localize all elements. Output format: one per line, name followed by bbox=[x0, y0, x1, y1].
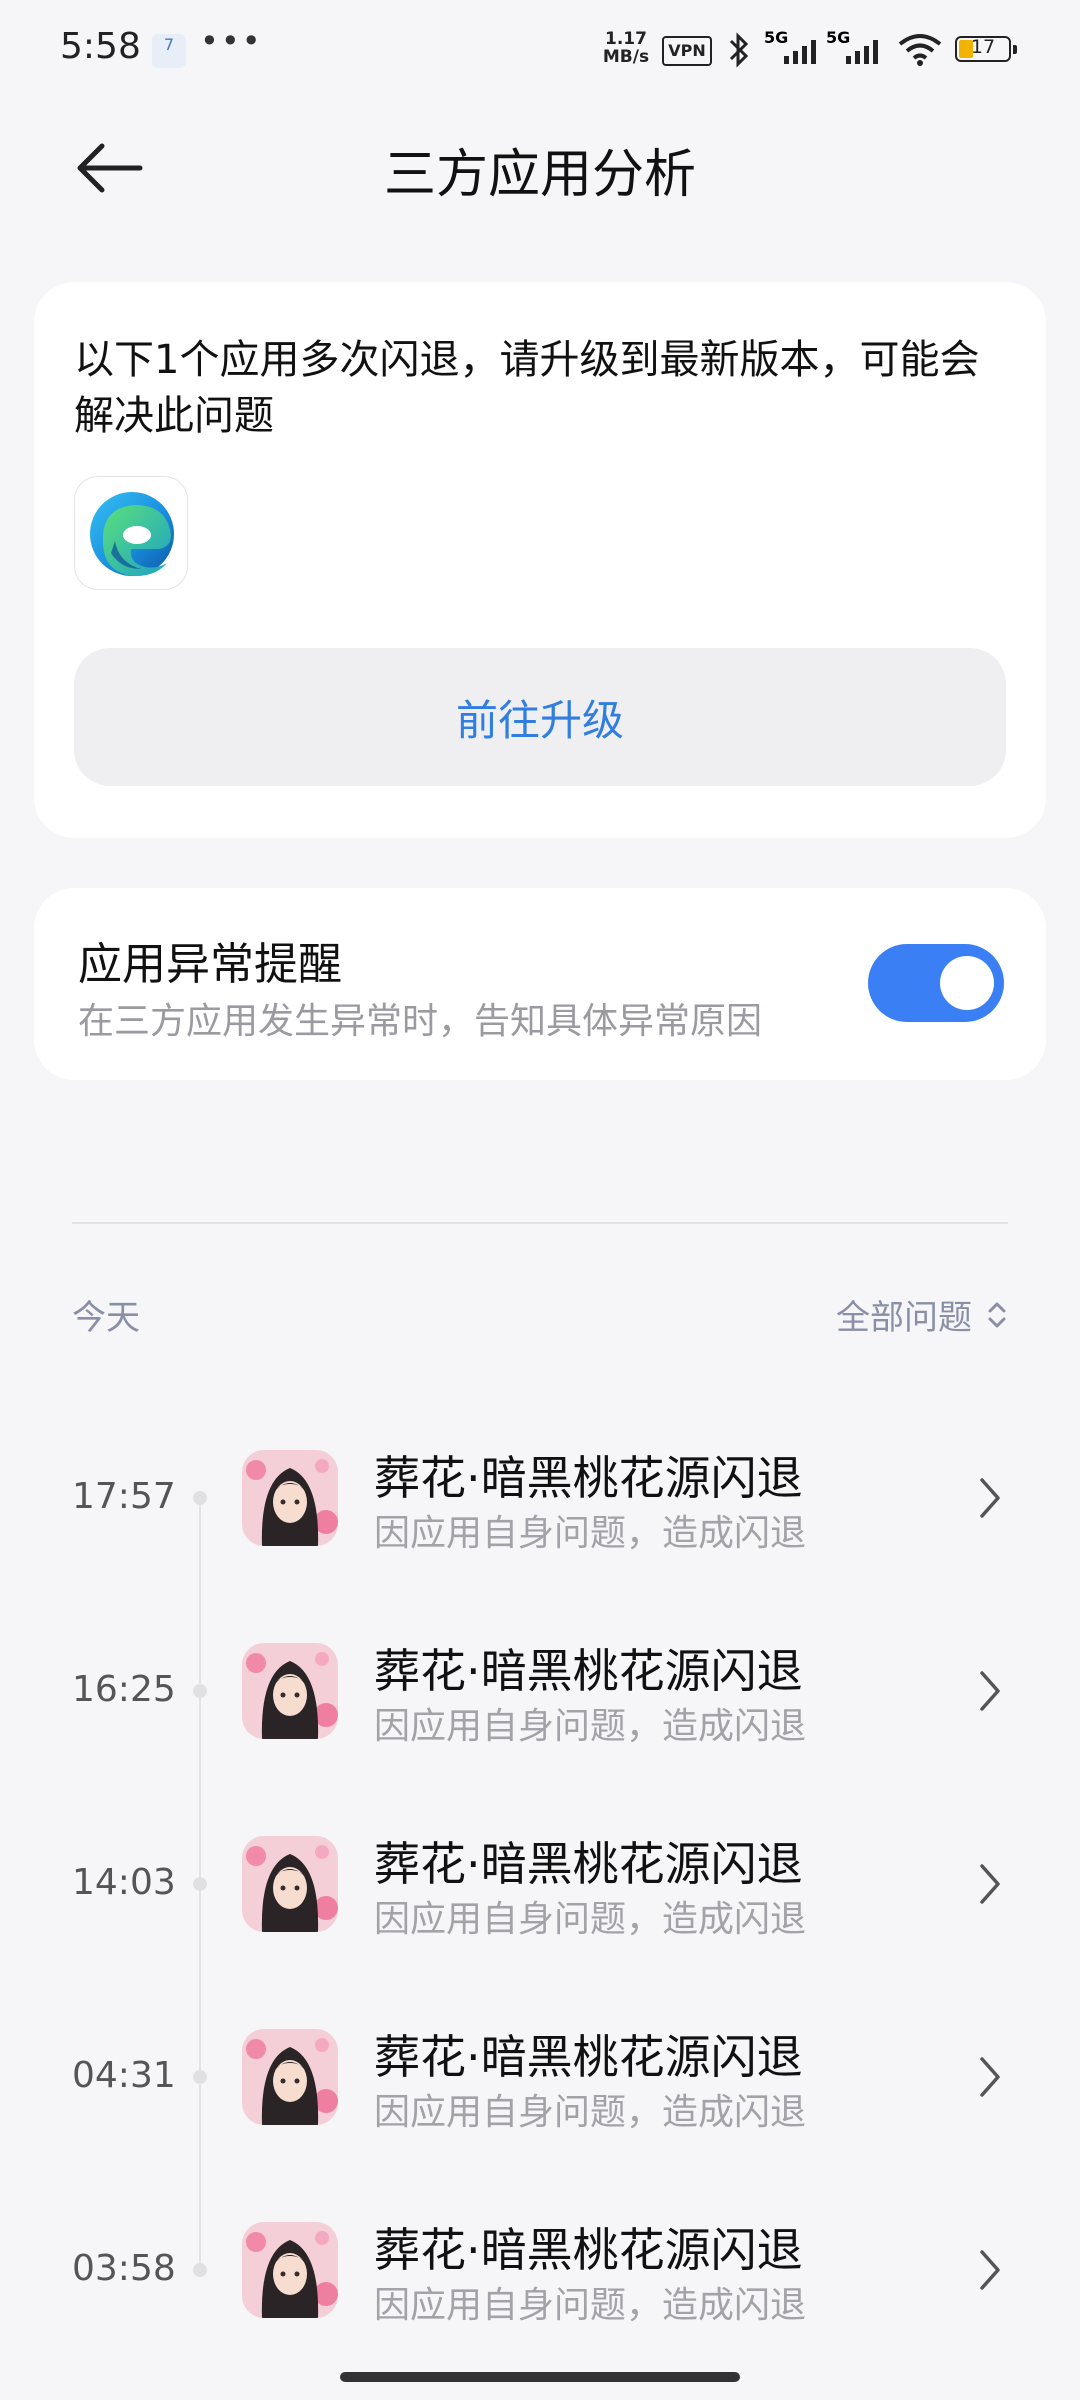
status-time: 5:58 bbox=[60, 26, 141, 67]
game-app-icon bbox=[242, 1836, 338, 1932]
network-speed: 1.17 MB/s bbox=[600, 30, 652, 66]
crash-upgrade-card: 以下1个应用多次闪退，请升级到最新版本，可能会解决此问题 前往升级 bbox=[34, 282, 1046, 838]
crash-title: 葬花·暗黑桃花源闪退 bbox=[374, 1644, 803, 1698]
bluetooth-icon bbox=[729, 32, 749, 68]
cellular-signal-2-icon bbox=[846, 40, 878, 64]
crash-item[interactable]: 04:31 葬花·暗黑桃花源闪退 因应用自身问题，造成闪退 bbox=[0, 2011, 1080, 2141]
crash-item[interactable]: 16:25 葬花·暗黑桃花源闪退 因应用自身问题，造成闪退 bbox=[0, 1625, 1080, 1755]
alert-setting-title: 应用异常提醒 bbox=[78, 939, 342, 990]
crash-time: 16:25 bbox=[72, 1669, 176, 1710]
crash-time: 14:03 bbox=[72, 1862, 176, 1903]
crash-item[interactable]: 17:57 葬花·暗黑桃花源闪退 因应用自身问题，造成闪退 bbox=[0, 1432, 1080, 1562]
home-indicator[interactable] bbox=[340, 2372, 740, 2382]
crash-title: 葬花·暗黑桃花源闪退 bbox=[374, 2030, 803, 2084]
filter-label: 全部问题 bbox=[836, 1298, 972, 1338]
more-notifications-icon: ••• bbox=[200, 22, 263, 60]
alert-setting-subtitle: 在三方应用发生异常时，告知具体异常原因 bbox=[78, 1001, 763, 1042]
page-title: 三方应用分析 bbox=[383, 145, 696, 205]
game-app-icon bbox=[242, 1643, 338, 1739]
crash-item[interactable]: 14:03 葬花·暗黑桃花源闪退 因应用自身问题，造成闪退 bbox=[0, 1818, 1080, 1948]
cellular-signal-1-icon bbox=[784, 40, 816, 64]
game-app-icon bbox=[242, 1450, 338, 1546]
crash-reason: 因应用自身问题，造成闪退 bbox=[374, 1706, 807, 1747]
crash-reason: 因应用自身问题，造成闪退 bbox=[374, 1513, 807, 1554]
timeline-dot bbox=[193, 1877, 207, 1891]
crash-reason: 因应用自身问题，造成闪退 bbox=[374, 2092, 807, 2133]
network-speed-unit: MB/s bbox=[602, 47, 650, 67]
chevron-right-icon bbox=[980, 1671, 1000, 1711]
vpn-icon: VPN bbox=[662, 36, 712, 66]
edge-logo-icon bbox=[90, 492, 174, 577]
calendar-notification-icon: 7 bbox=[152, 34, 186, 68]
game-app-icon bbox=[242, 2029, 338, 2125]
crash-reason: 因应用自身问题，造成闪退 bbox=[374, 2285, 807, 2326]
status-bar: 5:58 7 ••• 1.17 MB/s VPN 5G 5G 17 bbox=[0, 0, 1080, 100]
toggle-knob bbox=[940, 956, 994, 1010]
crash-title: 葬花·暗黑桃花源闪退 bbox=[374, 2223, 803, 2277]
issue-filter-dropdown[interactable]: 全部问题 bbox=[836, 1290, 1008, 1339]
battery-icon: 17 bbox=[955, 36, 1017, 62]
timeline-dot bbox=[193, 2070, 207, 2084]
timeline-dot bbox=[193, 1491, 207, 1505]
chevron-right-icon bbox=[980, 2057, 1000, 2097]
crash-title: 葬花·暗黑桃花源闪退 bbox=[374, 1451, 803, 1505]
alert-toggle[interactable] bbox=[868, 944, 1004, 1022]
section-date: 今天 bbox=[72, 1298, 140, 1338]
timeline-dot bbox=[193, 2263, 207, 2277]
upgrade-button[interactable]: 前往升级 bbox=[74, 648, 1006, 786]
timeline-dot bbox=[193, 1684, 207, 1698]
wifi-icon bbox=[898, 34, 942, 66]
crash-reason: 因应用自身问题，造成闪退 bbox=[374, 1899, 807, 1940]
chevron-right-icon bbox=[980, 2250, 1000, 2290]
crash-time: 17:57 bbox=[72, 1476, 176, 1517]
game-app-icon bbox=[242, 2222, 338, 2318]
chevron-right-icon bbox=[980, 1864, 1000, 1904]
sort-chevron-icon bbox=[988, 1302, 1006, 1327]
network-speed-value: 1.17 bbox=[605, 29, 647, 49]
chevron-right-icon bbox=[980, 1478, 1000, 1518]
edge-app-icon[interactable] bbox=[74, 476, 188, 590]
crash-time: 04:31 bbox=[72, 2055, 176, 2096]
crash-title: 葬花·暗黑桃花源闪退 bbox=[374, 1837, 803, 1891]
battery-level: 17 bbox=[970, 36, 996, 58]
divider bbox=[72, 1222, 1008, 1224]
app-alert-setting[interactable]: 应用异常提醒 在三方应用发生异常时，告知具体异常原因 bbox=[34, 888, 1046, 1080]
crash-item[interactable]: 03:58 葬花·暗黑桃花源闪退 因应用自身问题，造成闪退 bbox=[0, 2204, 1080, 2334]
crash-time: 03:58 bbox=[72, 2248, 176, 2289]
crash-description: 以下1个应用多次闪退，请升级到最新版本，可能会解决此问题 bbox=[74, 337, 980, 439]
